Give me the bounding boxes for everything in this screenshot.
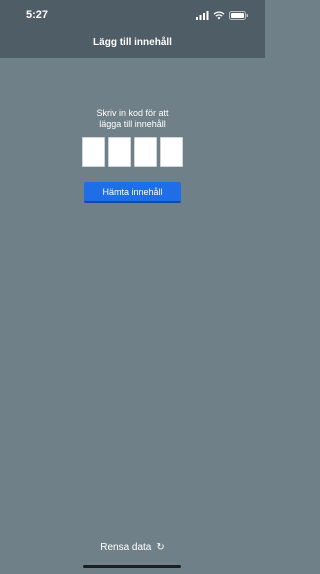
signal-icon — [196, 10, 209, 20]
status-icons — [196, 10, 249, 20]
code-digit-input-4[interactable] — [160, 137, 183, 167]
code-prompt: Skriv in kod för att lägga till innehåll — [0, 108, 265, 130]
battery-icon — [229, 10, 248, 20]
fetch-content-button[interactable]: Hämta innehåll — [84, 182, 181, 203]
code-input-group — [82, 137, 183, 167]
code-digit-input-2[interactable] — [108, 137, 131, 167]
clear-data-button[interactable]: Rensa data ↻ — [0, 542, 265, 553]
clear-data-label: Rensa data — [100, 542, 152, 553]
top-bar: 5:27 Lägg till innehåll — [0, 0, 265, 58]
page-title: Lägg till innehåll — [93, 37, 172, 48]
status-time: 5:27 — [26, 9, 49, 21]
code-prompt-line-2: lägga till innehåll — [99, 119, 166, 129]
code-prompt-line-1: Skriv in kod för att — [96, 108, 169, 118]
wifi-icon — [213, 10, 225, 19]
code-digit-input-3[interactable] — [134, 137, 157, 167]
refresh-icon: ↻ — [156, 542, 165, 553]
code-digit-input-1[interactable] — [82, 137, 105, 167]
home-indicator — [83, 565, 181, 568]
